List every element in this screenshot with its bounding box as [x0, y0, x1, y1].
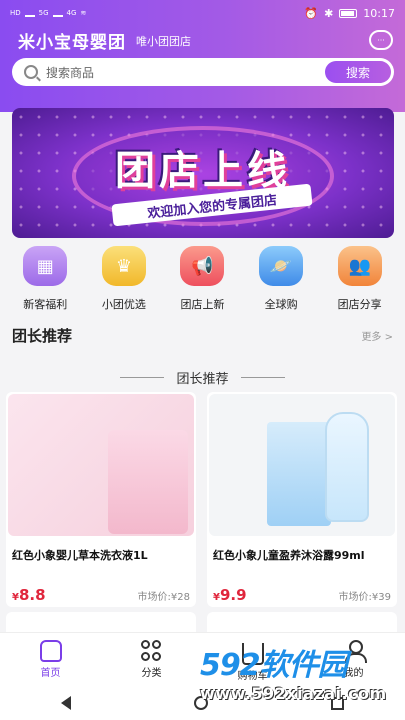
clock: 10:17	[363, 6, 395, 20]
product-card[interactable]: 红色小象婴儿草本洗衣液1L ¥8.8 市场价:¥28	[6, 392, 196, 607]
currency-symbol: ¥	[213, 592, 220, 603]
section-header: 团长推荐 更多 >	[12, 324, 393, 346]
product-price: ¥8.8	[12, 586, 46, 604]
detergent-pack-image	[108, 430, 188, 534]
product-price: ¥9.9	[213, 586, 247, 604]
divider-line	[240, 376, 285, 378]
category-icon	[140, 640, 163, 662]
signal-icon	[24, 9, 35, 17]
wifi-icon: ≋	[80, 8, 87, 17]
title-row: 米小宝母婴团 唯小团团店 ···	[18, 28, 393, 53]
category-selected[interactable]: ♛ 小团优选	[89, 246, 159, 318]
category-label: 小团优选	[101, 298, 146, 311]
tab-home[interactable]: 首页	[0, 633, 101, 686]
site-watermark: 592软件园 www.592xiazai.com	[200, 640, 405, 714]
megaphone-icon: 📢	[180, 246, 225, 286]
category-new-customer[interactable]: ▦ 新客福利	[10, 246, 80, 318]
bottle-image	[325, 412, 369, 522]
product-card-peek[interactable]	[207, 612, 397, 632]
category-share[interactable]: 👥 团店分享	[325, 246, 395, 318]
category-new-arrivals[interactable]: 📢 团店上新	[167, 246, 237, 318]
tab-category[interactable]: 分类	[101, 633, 202, 686]
market-price: 市场价:¥39	[338, 592, 391, 603]
shop-name[interactable]: 唯小团团店	[136, 33, 191, 49]
section-title: 团长推荐	[12, 326, 73, 345]
product-card-peek[interactable]	[6, 612, 196, 632]
box-image	[267, 422, 331, 526]
category-label: 团店上新	[180, 298, 225, 311]
watermark-url: www.592xiazai.com	[200, 684, 387, 703]
alarm-icon: ⏰	[304, 6, 319, 20]
category-global[interactable]: 🪐 全球购	[246, 246, 316, 318]
more-link[interactable]: 更多 >	[361, 328, 393, 343]
market-price: 市场价:¥28	[137, 592, 190, 603]
status-bar: HD 5G 4G ≋ ⏰ ✱ 10:17	[0, 0, 405, 26]
promo-banner[interactable]: 团店上线 欢迎加入您的专属团店	[12, 108, 394, 238]
hd-label: HD	[10, 8, 21, 17]
tab-label: 首页	[40, 668, 61, 679]
search-input[interactable]: 搜索商品	[46, 64, 94, 81]
bluetooth-icon: ✱	[324, 6, 334, 20]
planet-icon: 🪐	[259, 246, 304, 286]
search-bar[interactable]: 搜索商品 搜索	[12, 58, 394, 86]
divider-line	[120, 376, 165, 378]
signal-icon	[52, 9, 63, 17]
search-button[interactable]: 搜索	[325, 61, 391, 83]
battery-icon	[339, 8, 358, 18]
back-icon[interactable]	[61, 696, 72, 710]
divider-text: 团长推荐	[176, 371, 229, 387]
banner-headline: 团店上线	[115, 148, 291, 194]
4g-label: 4G	[66, 8, 77, 17]
chat-bubble-icon[interactable]: ···	[369, 30, 393, 50]
people-icon: 👥	[337, 246, 382, 286]
category-label: 团店分享	[337, 298, 382, 311]
category-label: 全球购	[264, 298, 298, 311]
home-icon	[39, 640, 62, 662]
product-name: 红色小象儿童盈养沐浴露99ml	[213, 549, 365, 562]
app-title: 米小宝母婴团	[18, 32, 126, 53]
divider-title: 团长推荐	[0, 368, 405, 387]
shop-icon: ▦	[23, 246, 68, 286]
search-icon	[24, 65, 38, 79]
crown-icon: ♛	[101, 246, 146, 286]
category-label: 新客福利	[23, 298, 68, 311]
watermark-main: 592软件园	[200, 648, 348, 683]
5g-label: 5G	[38, 8, 49, 17]
product-image	[8, 394, 194, 536]
category-row: ▦ 新客福利 ♛ 小团优选 📢 团店上新 🪐 全球购 👥 团店分享	[0, 246, 405, 318]
price-value: 8.8	[18, 586, 46, 604]
currency-symbol: ¥	[12, 592, 19, 603]
product-name: 红色小象婴儿草本洗衣液1L	[12, 549, 148, 562]
product-image	[209, 394, 395, 536]
price-value: 9.9	[219, 586, 247, 604]
product-card[interactable]: 红色小象儿童盈养沐浴露99ml ¥9.9 市场价:¥39	[207, 392, 397, 607]
signal-indicators: HD 5G 4G ≋	[10, 9, 86, 17]
tab-label: 分类	[141, 668, 162, 679]
